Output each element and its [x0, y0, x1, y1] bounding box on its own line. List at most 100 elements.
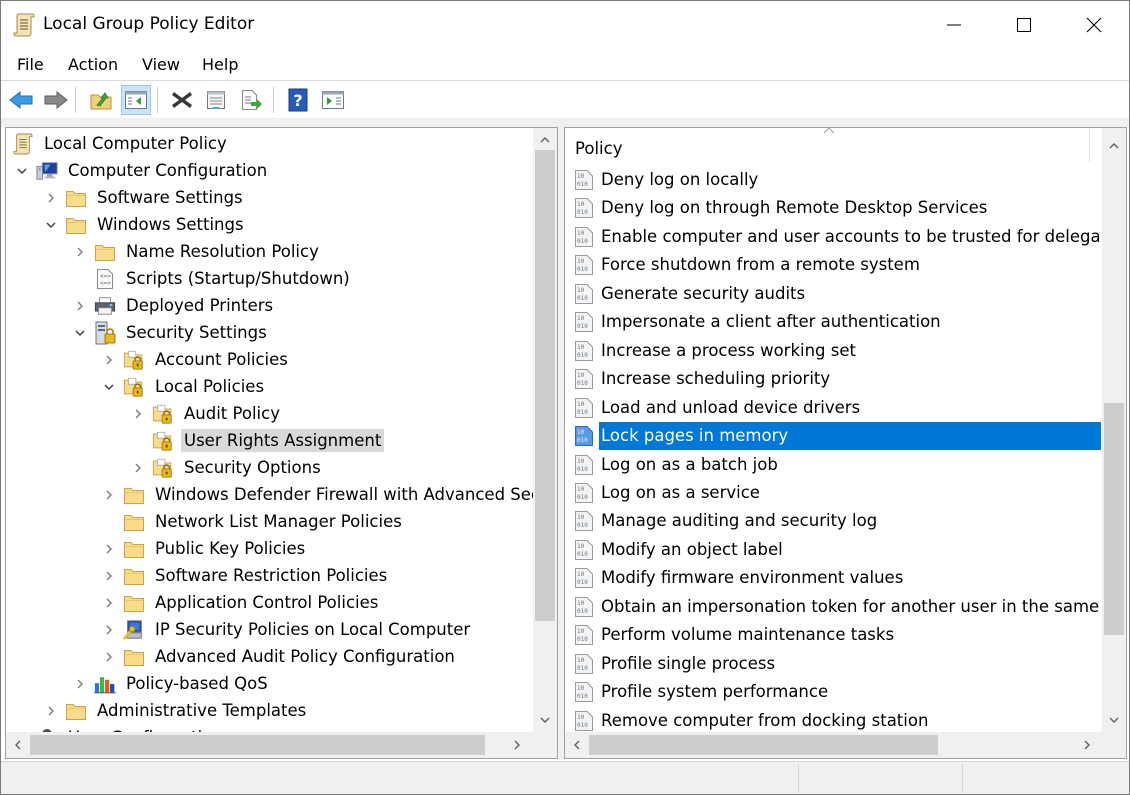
tree-item[interactable]: Administrative Templates [43, 697, 309, 724]
chevron-right-icon[interactable] [72, 676, 88, 692]
column-header-policy[interactable]: Policy [565, 128, 1090, 166]
chevron-right-icon[interactable] [130, 406, 146, 422]
chevron-left-icon [15, 740, 21, 750]
tree-item[interactable]: Security Options [130, 454, 324, 481]
policy-row[interactable]: 10 010 Log on as a batch job [573, 451, 1101, 479]
menu-action[interactable]: Action [68, 55, 118, 74]
show-hide-console-tree-button[interactable] [121, 85, 151, 115]
tree-item[interactable]: Local Computer Policy [12, 130, 230, 157]
scroll-right-button[interactable] [505, 732, 529, 758]
policy-row[interactable]: 10 010 Deny log on locally [573, 166, 1101, 194]
list-hscroll-thumb[interactable] [589, 735, 938, 755]
tree-item[interactable]: Audit Policy [130, 400, 283, 427]
tree-item[interactable]: <=> <=> Scripts (Startup/Shutdown) [72, 265, 353, 292]
tree-item[interactable]: Security Settings [72, 319, 270, 346]
tree-item[interactable]: Advanced Audit Policy Configuration [101, 643, 458, 670]
scroll-down-button[interactable] [1102, 710, 1126, 730]
script-icon: <=> <=> [94, 268, 116, 290]
chevron-right-icon[interactable] [101, 487, 117, 503]
chevron-right-icon[interactable] [101, 595, 117, 611]
policy-row[interactable]: 10 010 Force shutdown from a remote system [573, 251, 1101, 279]
show-hide-action-pane-button[interactable] [318, 85, 348, 115]
column-divider[interactable] [1089, 128, 1090, 162]
chevron-right-icon[interactable] [101, 352, 117, 368]
forward-button[interactable] [41, 85, 71, 115]
chevron-right-icon[interactable] [72, 244, 88, 260]
tree-item[interactable]: Policy-based QoS [72, 670, 271, 697]
tree-item[interactable]: Windows Settings [43, 211, 247, 238]
back-button[interactable] [6, 85, 36, 115]
scroll-left-button[interactable] [565, 732, 589, 758]
tree-item[interactable]: Deployed Printers [72, 292, 276, 319]
policy-row[interactable]: 10 010 Profile single process [573, 650, 1101, 678]
chevron-right-icon[interactable] [101, 541, 117, 557]
svg-text:10: 10 [577, 571, 585, 578]
export-list-button[interactable] [236, 85, 266, 115]
up-one-level-button[interactable] [86, 85, 116, 115]
close-button[interactable] [1059, 1, 1129, 49]
policy-row[interactable]: 10 010 Lock pages in memory [573, 422, 1101, 451]
policy-row[interactable]: 10 010 Perform volume maintenance tasks [573, 621, 1101, 649]
chevron-right-icon[interactable] [43, 190, 59, 206]
tree-vertical-scrollbar[interactable] [533, 128, 557, 732]
policy-row[interactable]: 10 010 Generate security audits [573, 280, 1101, 308]
chevron-right-icon[interactable] [101, 622, 117, 638]
tree-item[interactable]: User Rights Assignment [130, 427, 385, 454]
policy-row[interactable]: 10 010 Manage auditing and security log [573, 507, 1101, 535]
title-bar[interactable]: Local Group Policy Editor [1, 1, 1129, 49]
delete-button[interactable] [167, 85, 197, 115]
scroll-up-button[interactable] [1102, 136, 1126, 156]
tree-hscroll-thumb[interactable] [30, 735, 485, 755]
tree-item[interactable]: IP Security Policies on Local Computer [101, 616, 473, 643]
chevron-right-icon[interactable] [101, 649, 117, 665]
list-vertical-scrollbar[interactable] [1102, 128, 1126, 732]
chevron-down-icon[interactable] [43, 217, 59, 233]
chevron-right-icon[interactable] [101, 568, 117, 584]
policy-row[interactable]: 10 010 Increase a process working set [573, 337, 1101, 365]
policy-row[interactable]: 10 010 Modify firmware environment values [573, 564, 1101, 592]
tree-item[interactable]: Computer Configuration [14, 157, 270, 184]
tree-item[interactable]: Network List Manager Policies [101, 508, 405, 535]
scroll-right-button[interactable] [1075, 732, 1099, 758]
scroll-down-button[interactable] [533, 710, 557, 730]
policy-row[interactable]: 10 010 Remove computer from docking statio… [573, 707, 1101, 735]
tree-item[interactable]: Local Policies [101, 373, 267, 400]
policy-row[interactable]: 10 010 Log on as a service [573, 479, 1101, 507]
properties-button[interactable] [201, 85, 231, 115]
policy-row[interactable]: 10 010 Enable computer and user accounts t… [573, 223, 1101, 251]
menu-help[interactable]: Help [202, 55, 238, 74]
tree-horizontal-scrollbar[interactable] [6, 732, 557, 758]
menu-view[interactable]: View [142, 55, 180, 74]
tree-item[interactable]: Software Settings [43, 184, 246, 211]
minimize-button[interactable] [919, 1, 989, 49]
tree-vscroll-thumb[interactable] [535, 150, 555, 621]
tree-item[interactable]: Windows Defender Firewall with Advanced … [101, 481, 557, 508]
policy-row[interactable]: 10 010 Deny log on through Remote Desktop … [573, 194, 1101, 222]
list-vscroll-thumb[interactable] [1104, 403, 1124, 635]
chevron-down-icon[interactable] [72, 325, 88, 341]
chevron-right-icon[interactable] [72, 298, 88, 314]
tree-item[interactable]: Account Policies [101, 346, 291, 373]
scroll-left-button[interactable] [6, 732, 30, 758]
tree-item[interactable]: Name Resolution Policy [72, 238, 322, 265]
tree-item[interactable]: Public Key Policies [101, 535, 308, 562]
menu-file[interactable]: File [17, 55, 44, 74]
policy-row[interactable]: 10 010 Impersonate a client after authenti… [573, 308, 1101, 336]
chevron-down-icon[interactable] [101, 379, 117, 395]
policy-row[interactable]: 10 010 Profile system performance [573, 678, 1101, 706]
chevron-right-icon[interactable] [130, 460, 146, 476]
policy-row[interactable]: 10 010 Modify an object label [573, 536, 1101, 564]
help-button[interactable]: ? [283, 85, 313, 115]
scroll-up-button[interactable] [533, 130, 557, 150]
policy-row[interactable]: 10 010 Load and unload device drivers [573, 394, 1101, 422]
list-horizontal-scrollbar[interactable] [565, 732, 1126, 758]
chevron-right-icon[interactable] [43, 703, 59, 719]
maximize-button[interactable] [989, 1, 1059, 49]
svg-text:010: 010 [577, 466, 588, 473]
tree-item[interactable]: Software Restriction Policies [101, 562, 390, 589]
help-icon: ? [288, 88, 308, 112]
policy-row[interactable]: 10 010 Increase scheduling priority [573, 365, 1101, 393]
tree-item[interactable]: Application Control Policies [101, 589, 381, 616]
policy-row[interactable]: 10 010 Obtain an impersonation token for a… [573, 593, 1101, 621]
chevron-down-icon[interactable] [14, 163, 30, 179]
